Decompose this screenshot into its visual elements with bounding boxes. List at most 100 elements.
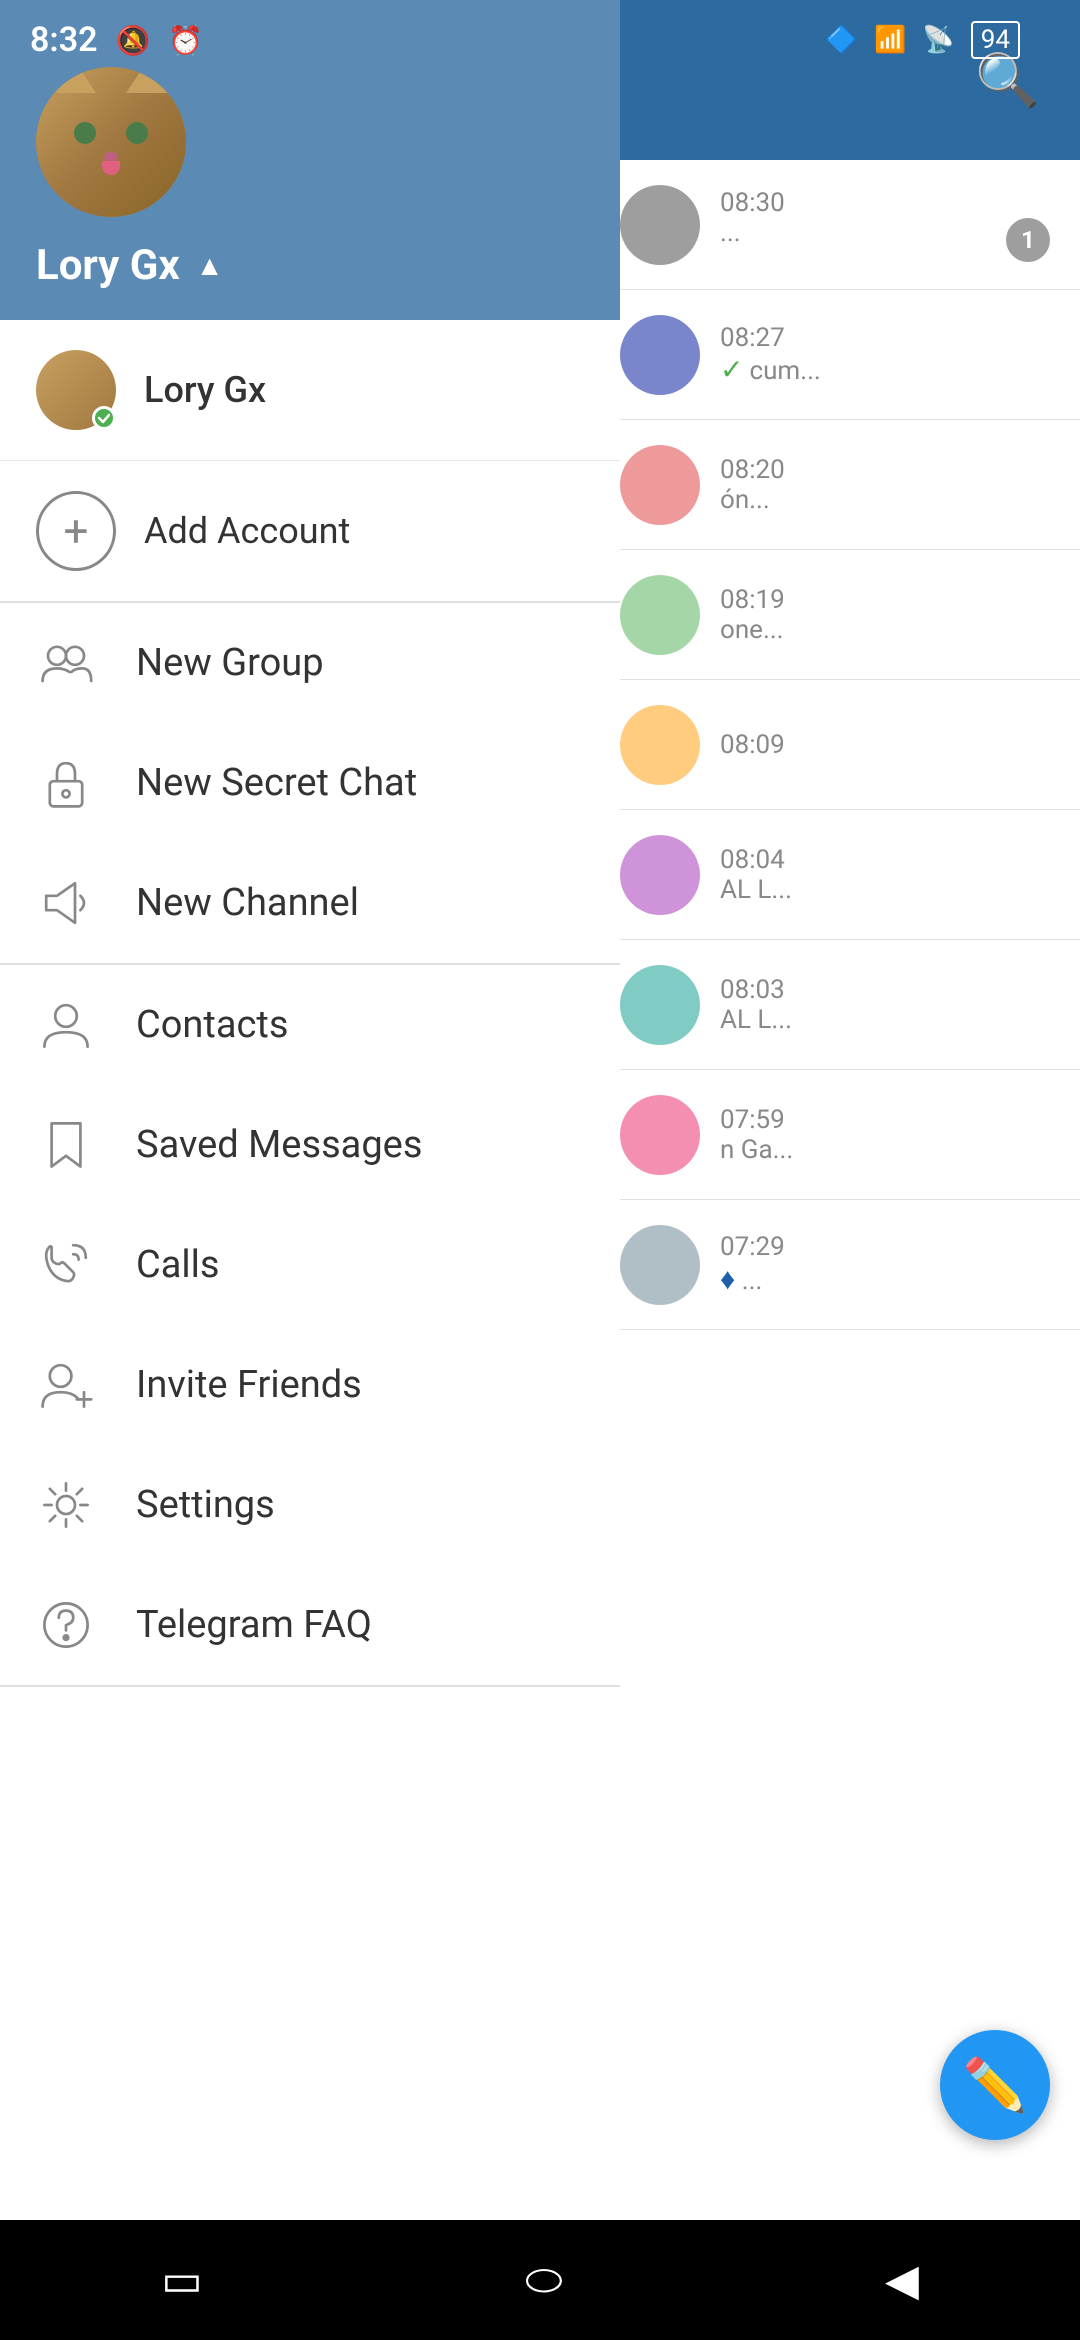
person-icon	[36, 995, 96, 1055]
sidebar-username: Lory Gx ▲	[36, 241, 584, 290]
chat-time: 08:19	[720, 585, 785, 615]
chat-content: 08:19 one...	[720, 585, 1050, 645]
caret-up-icon[interactable]: ▲	[196, 249, 224, 282]
chat-content: 08:20 ón...	[720, 455, 1050, 515]
menu-item-calls[interactable]: Calls	[0, 1205, 620, 1325]
mute-icon: 🔕	[116, 24, 151, 57]
lock-icon	[36, 753, 96, 813]
user-avatar[interactable]	[36, 67, 186, 217]
menu-item-telegram-faq[interactable]: Telegram FAQ	[0, 1565, 620, 1685]
avatar	[620, 445, 700, 525]
chat-time: 08:27	[720, 323, 785, 353]
help-icon	[36, 1595, 96, 1655]
menu-section-create: New Group New Secret Chat New Channel	[0, 603, 620, 965]
menu-label: Calls	[136, 1243, 220, 1287]
compose-fab[interactable]: ✏️	[940, 2030, 1050, 2140]
chat-content: 08:04 AL L...	[720, 845, 1050, 905]
chat-preview: AL L...	[720, 875, 792, 905]
home-button[interactable]: ⬭	[525, 2254, 563, 2306]
signal-icon: 📶	[874, 25, 906, 55]
menu-section-main: Contacts Saved Messages Calls	[0, 965, 620, 1687]
chat-preview: ón...	[720, 485, 770, 515]
menu-label: Settings	[136, 1483, 275, 1527]
account-avatar-container	[36, 350, 116, 430]
cat-eye-right	[126, 122, 148, 144]
menu-item-contacts[interactable]: Contacts	[0, 965, 620, 1085]
chat-time: 08:09	[720, 730, 785, 760]
menu-label: Invite Friends	[136, 1363, 362, 1407]
chat-item[interactable]: 07:29 ♦ ...	[590, 1200, 1080, 1330]
chat-preview: n Ga...	[720, 1135, 793, 1165]
add-account-row[interactable]: + Add Account	[0, 461, 620, 603]
menu-item-new-group[interactable]: New Group	[0, 603, 620, 723]
online-badge	[92, 406, 116, 430]
menu-label: New Secret Chat	[136, 761, 417, 805]
alarm-icon: ⏰	[168, 24, 203, 57]
status-bar: 8:32 🔕 ⏰ 🔷 📶 📡 94	[0, 0, 1080, 80]
chat-item[interactable]: 08:20 ón...	[590, 420, 1080, 550]
menu-label: New Group	[136, 641, 324, 685]
avatar	[620, 835, 700, 915]
menu-label: Saved Messages	[136, 1123, 422, 1167]
menu-item-settings[interactable]: Settings	[0, 1445, 620, 1565]
cat-tongue	[102, 161, 120, 175]
chat-item[interactable]: 08:19 one...	[590, 550, 1080, 680]
chat-preview: ✓cum...	[720, 353, 821, 386]
group-icon	[36, 633, 96, 693]
gear-icon	[36, 1475, 96, 1535]
avatar	[620, 965, 700, 1045]
chat-time: 08:30	[720, 188, 785, 218]
avatar	[620, 1225, 700, 1305]
menu-label: Contacts	[136, 1003, 288, 1047]
chat-item[interactable]: 08:30 ... 1	[590, 160, 1080, 290]
recents-button[interactable]: ▭	[161, 2254, 203, 2306]
chat-time: 07:59	[720, 1105, 785, 1135]
cat-eye-left	[74, 122, 96, 144]
menu-label: New Channel	[136, 881, 359, 925]
add-icon: +	[36, 491, 116, 571]
avatar	[620, 315, 700, 395]
menu-item-saved-messages[interactable]: Saved Messages	[0, 1085, 620, 1205]
account-row[interactable]: Lory Gx	[0, 320, 620, 461]
bookmark-icon	[36, 1115, 96, 1175]
megaphone-icon	[36, 873, 96, 933]
chat-preview: ♦ ...	[720, 1262, 762, 1297]
chat-preview: AL L...	[720, 1005, 792, 1035]
chat-item[interactable]: 08:03 AL L...	[590, 940, 1080, 1070]
chat-preview: one...	[720, 615, 784, 645]
add-account-label: Add Account	[144, 510, 350, 552]
chat-time: 08:20	[720, 455, 785, 485]
avatar	[620, 575, 700, 655]
chat-item[interactable]: 07:59 n Ga...	[590, 1070, 1080, 1200]
status-bar-left: 8:32 🔕 ⏰	[30, 20, 203, 60]
status-bar-right: 🔷 📶 📡 94	[826, 21, 1050, 59]
menu-item-invite-friends[interactable]: Invite Friends	[0, 1325, 620, 1445]
sidebar-drawer: Lory Gx ▲ Lory Gx + Add Account	[0, 0, 620, 2220]
back-button[interactable]: ◀	[885, 2254, 919, 2306]
person-add-icon	[36, 1355, 96, 1415]
chat-content: 07:29 ♦ ...	[720, 1232, 1050, 1297]
chat-item[interactable]: 08:04 AL L...	[590, 810, 1080, 940]
chat-content: 08:09	[720, 730, 1050, 760]
avatar	[620, 1095, 700, 1175]
menu-item-new-secret-chat[interactable]: New Secret Chat	[0, 723, 620, 843]
chat-time: 07:29	[720, 1232, 785, 1262]
chat-item[interactable]: 08:27 ✓cum...	[590, 290, 1080, 420]
chat-list-panel: 🔍 08:30 ... 1 08:27 ✓cum...	[590, 0, 1080, 2260]
chat-item[interactable]: 08:09	[590, 680, 1080, 810]
chat-preview: ...	[720, 218, 741, 262]
clock-display: 8:32	[30, 20, 98, 60]
avatar-image	[36, 67, 186, 217]
chat-content: 08:27 ✓cum...	[720, 323, 1050, 386]
chat-content: 08:30 ... 1	[720, 188, 1050, 262]
avatar	[620, 185, 700, 265]
wifi-icon: 📡	[922, 25, 954, 55]
bluetooth-icon: 🔷	[826, 25, 858, 55]
menu-item-new-channel[interactable]: New Channel	[0, 843, 620, 963]
unread-badge: 1	[1006, 218, 1050, 262]
chat-time: 08:03	[720, 975, 785, 1005]
navigation-bar: ▭ ⬭ ◀	[0, 2220, 1080, 2340]
account-name: Lory Gx	[144, 369, 266, 411]
chat-content: 07:59 n Ga...	[720, 1105, 1050, 1165]
chat-content: 08:03 AL L...	[720, 975, 1050, 1035]
